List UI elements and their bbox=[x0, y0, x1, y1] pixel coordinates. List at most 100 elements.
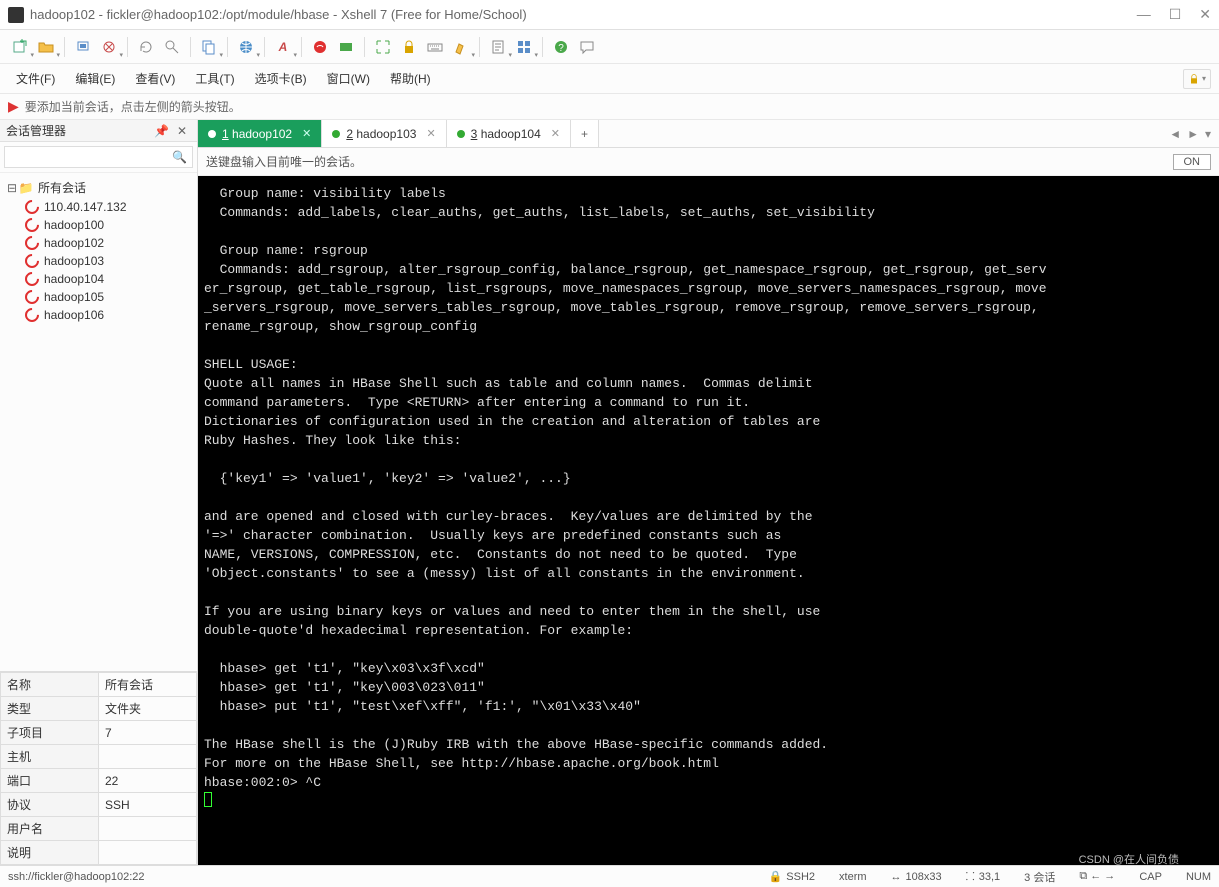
new-session-button[interactable] bbox=[8, 35, 32, 59]
tab-add-button[interactable]: + bbox=[571, 120, 599, 147]
session-search: 🔍 bbox=[0, 142, 197, 173]
tree-root-label: 所有会话 bbox=[38, 179, 86, 196]
close-button[interactable]: ✕ bbox=[1199, 6, 1211, 23]
status-sessions: 3 会话 bbox=[1024, 869, 1055, 885]
status-size: 108x33 bbox=[906, 871, 942, 883]
tab-close-icon[interactable]: ✕ bbox=[422, 127, 435, 140]
tab-hadoop103[interactable]: 2 hadoop103 ✕ bbox=[322, 120, 446, 147]
status-num: NUM bbox=[1186, 871, 1211, 883]
menu-view[interactable]: 查看(V) bbox=[127, 66, 183, 91]
status-pos: 33,1 bbox=[979, 871, 1000, 883]
connect-button[interactable] bbox=[71, 35, 95, 59]
tab-hadoop104[interactable]: 3 hadoop104 ✕ bbox=[447, 120, 571, 147]
tree-host[interactable]: hadoop100 bbox=[0, 216, 197, 234]
terminal-output: Group name: visibility labels Commands: … bbox=[204, 186, 1047, 790]
layout-button[interactable] bbox=[512, 35, 536, 59]
status-dot-icon bbox=[208, 130, 216, 138]
tab-menu-icon[interactable]: ▾ bbox=[1205, 127, 1211, 141]
chat-button[interactable] bbox=[575, 35, 599, 59]
tree-label: hadoop102 bbox=[44, 236, 104, 250]
open-button[interactable] bbox=[34, 35, 58, 59]
font-button[interactable]: A bbox=[271, 35, 295, 59]
expand-icon[interactable]: ⊟ bbox=[6, 181, 18, 195]
prop-val: SSH bbox=[99, 793, 197, 817]
prop-key: 类型 bbox=[1, 697, 99, 721]
maximize-button[interactable]: ☐ bbox=[1169, 6, 1182, 23]
copy-button[interactable] bbox=[197, 35, 221, 59]
terminal[interactable]: Group name: visibility labels Commands: … bbox=[198, 176, 1219, 865]
prop-key: 端口 bbox=[1, 769, 99, 793]
script-button[interactable] bbox=[486, 35, 510, 59]
menu-window[interactable]: 窗口(W) bbox=[319, 66, 378, 91]
prop-val bbox=[99, 817, 197, 841]
panel-close-button[interactable]: ✕ bbox=[173, 124, 191, 138]
menu-tabs[interactable]: 选项卡(B) bbox=[247, 66, 315, 91]
window-title: hadoop102 - fickler@hadoop102:/opt/modul… bbox=[30, 7, 1137, 22]
tab-num: 1 bbox=[222, 127, 229, 141]
prop-val bbox=[99, 841, 197, 865]
session-manager-panel: 会话管理器 📌 ✕ 🔍 ⊟ 所有会话 110.40.147.132 hadoop… bbox=[0, 120, 198, 865]
globe-button[interactable] bbox=[234, 35, 258, 59]
tree-host[interactable]: 110.40.147.132 bbox=[0, 198, 197, 216]
session-tree[interactable]: ⊟ 所有会话 110.40.147.132 hadoop100 hadoop10… bbox=[0, 173, 197, 671]
tab-num: 3 bbox=[471, 127, 478, 141]
menu-help[interactable]: 帮助(H) bbox=[382, 66, 439, 91]
flag-icon: ▶ bbox=[8, 98, 19, 115]
prop-key: 说明 bbox=[1, 841, 99, 865]
help-button[interactable]: ? bbox=[549, 35, 573, 59]
tree-host[interactable]: hadoop105 bbox=[0, 288, 197, 306]
tree-label: hadoop106 bbox=[44, 308, 104, 322]
status-cap: CAP bbox=[1139, 871, 1162, 883]
xagent-button[interactable] bbox=[308, 35, 332, 59]
titlebar: hadoop102 - fickler@hadoop102:/opt/modul… bbox=[0, 0, 1219, 30]
tree-label: hadoop100 bbox=[44, 218, 104, 232]
highlight-button[interactable] bbox=[449, 35, 473, 59]
search-button[interactable] bbox=[160, 35, 184, 59]
tab-close-icon[interactable]: ✕ bbox=[298, 127, 311, 140]
status-dot-icon bbox=[457, 130, 465, 138]
minimize-button[interactable]: — bbox=[1137, 6, 1151, 23]
tab-num: 2 bbox=[346, 127, 353, 141]
keyboard-button[interactable] bbox=[423, 35, 447, 59]
session-icon bbox=[24, 290, 40, 304]
tab-hadoop102[interactable]: 1 hadoop102 ✕ bbox=[198, 120, 322, 147]
pin-button[interactable]: 📌 bbox=[150, 124, 173, 138]
disconnect-button[interactable] bbox=[97, 35, 121, 59]
session-icon bbox=[24, 218, 40, 232]
tree-label: hadoop105 bbox=[44, 290, 104, 304]
session-icon bbox=[24, 308, 40, 322]
tree-host[interactable]: hadoop106 bbox=[0, 306, 197, 324]
lock-dropdown[interactable]: ▾ bbox=[1183, 69, 1211, 89]
hint-text: 要添加当前会话，点击左侧的箭头按钮。 bbox=[25, 98, 241, 115]
status-dot-icon bbox=[332, 130, 340, 138]
tree-label: hadoop104 bbox=[44, 272, 104, 286]
prop-val: 7 bbox=[99, 721, 197, 745]
prop-val: 文件夹 bbox=[99, 697, 197, 721]
tree-root[interactable]: ⊟ 所有会话 bbox=[0, 177, 197, 198]
tree-host[interactable]: hadoop104 bbox=[0, 270, 197, 288]
tab-next-icon[interactable]: ► bbox=[1187, 127, 1199, 141]
menu-file[interactable]: 文件(F) bbox=[8, 66, 63, 91]
prop-key: 用户名 bbox=[1, 817, 99, 841]
app-icon bbox=[8, 7, 24, 23]
reconnect-button[interactable] bbox=[134, 35, 158, 59]
watermark: CSDN @在人间负债 bbox=[1079, 851, 1179, 867]
tab-close-icon[interactable]: ✕ bbox=[547, 127, 560, 140]
tree-host[interactable]: hadoop103 bbox=[0, 252, 197, 270]
tree-host[interactable]: hadoop102 bbox=[0, 234, 197, 252]
tab-label: hadoop103 bbox=[356, 127, 416, 141]
lock-icon: 🔒 bbox=[769, 870, 783, 883]
fullscreen-button[interactable] bbox=[371, 35, 395, 59]
lock-button[interactable] bbox=[397, 35, 421, 59]
search-icon: 🔍 bbox=[172, 150, 187, 164]
prop-key: 主机 bbox=[1, 745, 99, 769]
tab-bar: 1 hadoop102 ✕ 2 hadoop103 ✕ 3 hadoop104 … bbox=[198, 120, 1219, 148]
xftp-button[interactable] bbox=[334, 35, 358, 59]
tab-prev-icon[interactable]: ◄ bbox=[1169, 127, 1181, 141]
menu-edit[interactable]: 编辑(E) bbox=[67, 66, 123, 91]
menu-tools[interactable]: 工具(T) bbox=[187, 66, 242, 91]
prop-val: 22 bbox=[99, 769, 197, 793]
search-input[interactable] bbox=[4, 146, 193, 168]
broadcast-toggle[interactable]: ON bbox=[1173, 154, 1212, 170]
status-connection: ssh://fickler@hadoop102:22 bbox=[8, 871, 745, 883]
